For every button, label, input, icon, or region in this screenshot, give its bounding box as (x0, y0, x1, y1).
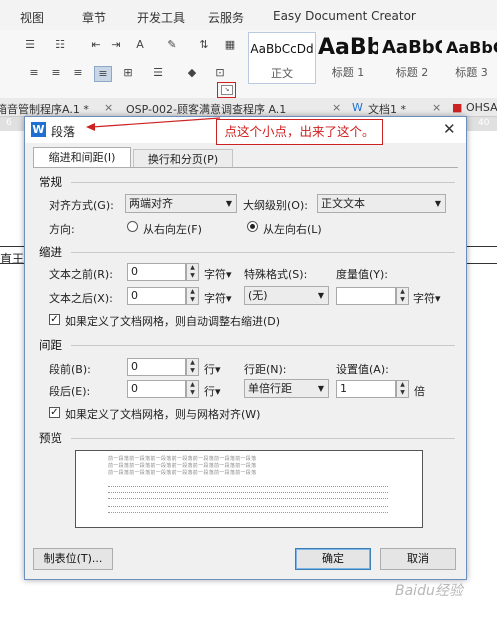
watermark: Baidu经验 (395, 583, 463, 599)
annotation-callout: 点这个小点，出来了这个。 (216, 119, 383, 145)
annotation-arrow (86, 117, 221, 131)
arrow-head (86, 123, 95, 131)
arrow-line (91, 117, 221, 128)
